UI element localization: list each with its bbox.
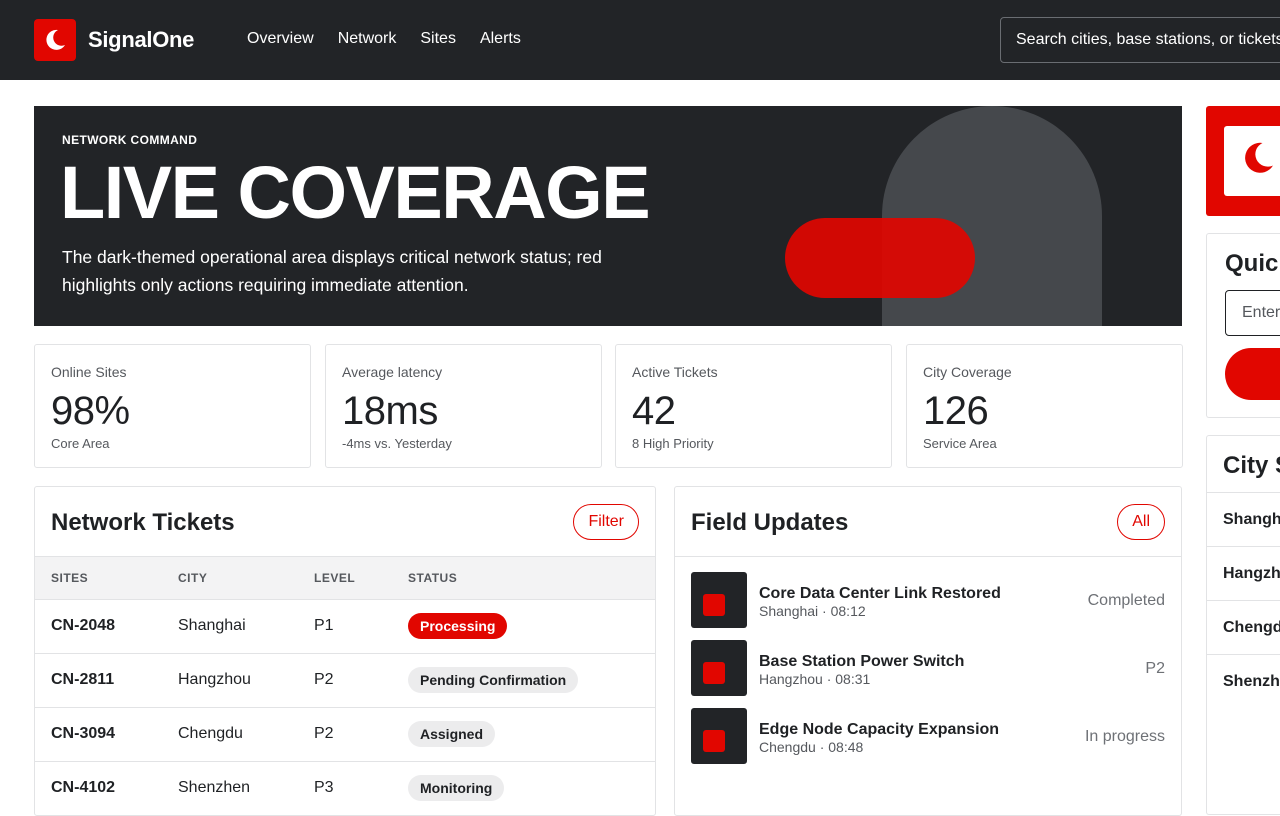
update-meta: Shanghai · 08:12 <box>759 603 866 619</box>
divider <box>675 556 1181 557</box>
cell-level: P2 <box>314 653 408 708</box>
brand-name: SignalOne <box>88 27 195 52</box>
cell-city: Shanghai <box>178 599 314 654</box>
update-status: In progress <box>1084 728 1165 745</box>
stat-label: Average latency <box>342 364 443 380</box>
stat-card-city-coverage: City Coverage 126 Service Area <box>906 344 1183 468</box>
stat-card-online-sites: Online Sites 98% Core Area <box>34 344 311 468</box>
top-navigation-bar: SignalOne Overview Network Sites Alerts <box>0 0 1280 80</box>
cell-city: Hangzhou <box>178 653 314 708</box>
list-item[interactable]: Base Station Power Switch Hangzhou · 08:… <box>691 640 1165 696</box>
stat-sub: 8 High Priority <box>632 436 714 451</box>
update-status: Completed <box>1087 592 1165 609</box>
search-input[interactable] <box>1000 17 1280 63</box>
side-brand-card <box>1206 106 1280 216</box>
crescent-moon-icon <box>1245 142 1273 173</box>
field-updates-panel: Field Updates All Core Data Center Link … <box>674 486 1182 816</box>
quick-action-button[interactable] <box>1225 348 1280 400</box>
nav-network[interactable]: Network <box>338 30 397 48</box>
cell-level: P1 <box>314 599 408 654</box>
stat-sub: Core Area <box>51 436 110 451</box>
cell-site: CN-2811 <box>35 653 178 708</box>
stat-value: 126 <box>923 389 989 433</box>
filter-button[interactable]: Filter <box>573 504 639 540</box>
list-item[interactable]: Shangh <box>1207 492 1280 546</box>
list-item[interactable]: Hangzh <box>1207 546 1280 600</box>
quick-action-title: Quick <box>1225 250 1280 277</box>
column-header-sites[interactable]: SITES <box>35 557 178 600</box>
nav-sites[interactable]: Sites <box>420 30 456 48</box>
update-title: Edge Node Capacity Expansion <box>759 721 1000 738</box>
cell-site: CN-4102 <box>35 761 178 815</box>
city-name: Chengd <box>1223 619 1280 636</box>
status-badge: Processing <box>408 613 508 639</box>
nav-overview[interactable]: Overview <box>247 30 314 48</box>
city-name: Shenzh <box>1223 673 1280 690</box>
brand-logo[interactable] <box>34 19 76 61</box>
stat-value: 98% <box>51 389 130 433</box>
table-row[interactable]: CN-4102 Shenzhen P3 Monitoring <box>35 761 655 815</box>
crescent-moon-icon <box>46 29 65 50</box>
list-item[interactable]: Shenzh <box>1207 654 1280 708</box>
main-nav: Overview Network Sites Alerts <box>247 30 521 48</box>
stat-label: Online Sites <box>51 364 127 380</box>
update-meta: Hangzhou · 08:31 <box>759 671 871 687</box>
city-name: Hangzh <box>1223 565 1280 582</box>
tickets-table: SITES CITY LEVEL STATUS CN-2048 Shanghai… <box>35 557 655 815</box>
table-row[interactable]: CN-3094 Chengdu P2 Assigned <box>35 707 655 762</box>
hero-description: The dark-themed operational area display… <box>62 247 602 295</box>
update-thumbnail-icon <box>691 708 747 764</box>
hero-title: LIVE COVERAGE <box>60 151 651 234</box>
update-status: P2 <box>1145 660 1165 677</box>
hero-banner: NETWORK COMMAND LIVE COVERAGE The dark-t… <box>34 106 1182 326</box>
nav-alerts[interactable]: Alerts <box>480 30 521 48</box>
list-item[interactable]: Edge Node Capacity Expansion Chengdu · 0… <box>691 708 1165 764</box>
table-row[interactable]: CN-2811 Hangzhou P2 Pending Confirmation <box>35 653 655 708</box>
stat-card-average-latency: Average latency 18ms -4ms vs. Yesterday <box>325 344 602 468</box>
panel-title: Field Updates <box>691 509 849 536</box>
status-badge: Monitoring <box>408 775 505 801</box>
cell-city: Shenzhen <box>178 761 314 815</box>
cell-site: CN-2048 <box>35 599 178 654</box>
all-updates-button[interactable]: All <box>1117 504 1165 540</box>
hero-pill-decoration <box>785 218 975 298</box>
list-item[interactable]: Chengd <box>1207 600 1280 654</box>
column-header-city[interactable]: CITY <box>178 557 314 600</box>
update-title: Core Data Center Link Restored <box>759 585 1001 602</box>
stat-label: City Coverage <box>923 364 1012 380</box>
table-row[interactable]: CN-2048 Shanghai P1 Processing <box>35 599 655 654</box>
panel-title: Network Tickets <box>51 509 235 536</box>
cell-site: CN-3094 <box>35 707 178 762</box>
quick-action-input[interactable] <box>1225 290 1280 336</box>
update-title: Base Station Power Switch <box>759 653 965 670</box>
stat-value: 42 <box>632 389 676 433</box>
cell-city: Chengdu <box>178 707 314 762</box>
stat-sub: Service Area <box>923 436 997 451</box>
city-status-title: City S <box>1223 452 1280 479</box>
city-name: Shangh <box>1223 511 1280 528</box>
column-header-status[interactable]: STATUS <box>408 557 655 600</box>
network-tickets-panel: Network Tickets Filter SITES CITY LEVEL … <box>34 486 656 816</box>
update-thumbnail-icon <box>691 640 747 696</box>
stat-value: 18ms <box>342 389 438 433</box>
update-thumbnail-icon <box>691 572 747 628</box>
hero-eyebrow: NETWORK COMMAND <box>62 133 198 147</box>
cell-level: P3 <box>314 761 408 815</box>
stat-label: Active Tickets <box>632 364 718 380</box>
side-brand-inner <box>1224 126 1280 196</box>
stat-card-active-tickets: Active Tickets 42 8 High Priority <box>615 344 892 468</box>
status-badge: Pending Confirmation <box>408 667 579 693</box>
city-status-card: City S Shangh Hangzh Chengd Shenzh <box>1206 435 1280 815</box>
cell-level: P2 <box>314 707 408 762</box>
stat-sub: -4ms vs. Yesterday <box>342 436 452 451</box>
list-item[interactable]: Core Data Center Link Restored Shanghai … <box>691 572 1165 628</box>
status-badge: Assigned <box>408 721 496 747</box>
table-header-row: SITES CITY LEVEL STATUS <box>35 557 655 600</box>
quick-action-card: Quick <box>1206 233 1280 418</box>
update-meta: Chengdu · 08:48 <box>759 739 864 755</box>
column-header-level[interactable]: LEVEL <box>314 557 408 600</box>
